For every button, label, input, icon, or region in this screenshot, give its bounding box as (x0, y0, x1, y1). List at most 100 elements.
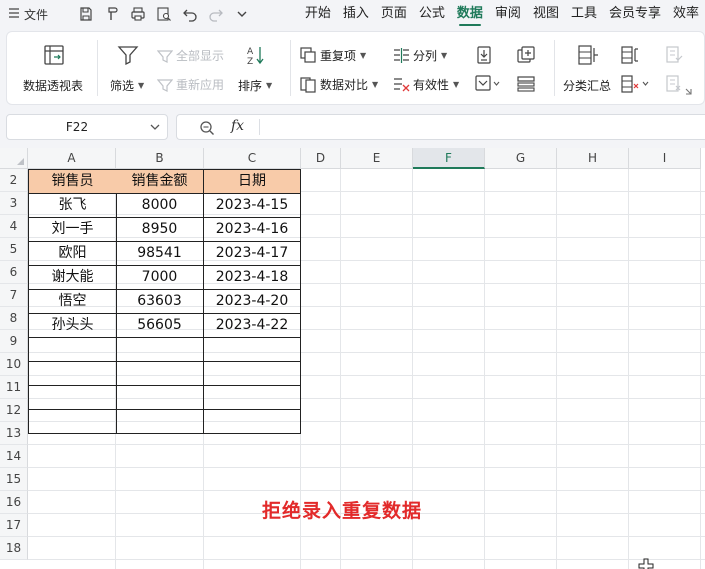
row-header-18[interactable]: 18 (0, 537, 28, 560)
column-header-c[interactable]: C (204, 148, 301, 169)
table-cell[interactable]: 2023-4-17 (204, 242, 301, 266)
table-cell[interactable] (204, 410, 301, 434)
tab-tools[interactable]: 工具 (565, 0, 603, 28)
file-menu[interactable]: 文件 (8, 5, 48, 23)
table-cell[interactable] (204, 362, 301, 386)
row-header-13[interactable]: 13 (0, 422, 28, 445)
subtotal-button[interactable]: 分类汇总 (563, 77, 611, 94)
format-painter-icon[interactable] (102, 4, 122, 24)
fill-data-icon[interactable] (475, 46, 493, 67)
table-header-cell[interactable]: 销售金额 (116, 169, 204, 194)
column-header-f[interactable]: F (413, 148, 485, 169)
save-icon[interactable] (76, 4, 96, 24)
table-cell[interactable] (28, 386, 117, 410)
table-cell[interactable]: 2023-4-20 (204, 290, 301, 314)
row-header-14[interactable]: 14 (0, 445, 28, 468)
table-cell[interactable]: 2023-4-15 (204, 194, 301, 218)
table-cell[interactable]: 孙头头 (28, 314, 117, 338)
group-icon[interactable] (621, 46, 639, 67)
tab-page[interactable]: 页面 (375, 0, 413, 28)
row-header-6[interactable]: 6 (0, 261, 28, 284)
table-cell[interactable]: 2023-4-22 (204, 314, 301, 338)
show-detail-icon[interactable] (665, 46, 683, 67)
insert-dropdown-icon[interactable] (475, 75, 501, 96)
table-cell[interactable]: 63603 (116, 290, 204, 314)
table-cell[interactable] (28, 362, 117, 386)
data-compare-button[interactable]: 数据对比 ▼ (300, 76, 378, 93)
row-header-11[interactable]: 11 (0, 376, 28, 399)
validity-button[interactable]: 有效性 ▼ (393, 76, 459, 93)
row-header-9[interactable]: 9 (0, 330, 28, 353)
duplicates-button[interactable]: 重复项 ▼ (300, 47, 366, 64)
row-header-12[interactable]: 12 (0, 399, 28, 422)
ungroup-icon[interactable] (621, 75, 651, 96)
table-cell[interactable]: 谢大能 (28, 266, 117, 290)
column-header-h[interactable]: H (557, 148, 629, 169)
row-header-17[interactable]: 17 (0, 514, 28, 537)
table-cell[interactable]: 8000 (116, 194, 204, 218)
pivot-table-icon[interactable] (43, 44, 65, 69)
column-header-d[interactable]: D (301, 148, 341, 169)
reapply-button[interactable]: 重新应用 (157, 76, 224, 93)
tab-efficiency[interactable]: 效率 (667, 0, 705, 28)
sort-icon[interactable]: AZ (245, 44, 267, 69)
print-preview-icon[interactable] (154, 4, 174, 24)
table-cell[interactable]: 7000 (116, 266, 204, 290)
fx-icon[interactable]: fx (231, 118, 244, 134)
row-header-5[interactable]: 5 (0, 238, 28, 261)
table-cell[interactable]: 欧阳 (28, 242, 117, 266)
table-cell[interactable]: 56605 (116, 314, 204, 338)
table-cell[interactable]: 悟空 (28, 290, 117, 314)
table-cell[interactable] (28, 410, 117, 434)
sort-button[interactable]: 排序 ▼ (238, 77, 272, 94)
name-box[interactable]: F22 (6, 114, 168, 140)
column-header-g[interactable]: G (485, 148, 557, 169)
row-header-2[interactable]: 2 (0, 169, 28, 192)
table-header-cell[interactable]: 日期 (204, 169, 301, 194)
table-header-cell[interactable]: 销售员 (28, 169, 117, 194)
column-header-e[interactable]: E (341, 148, 413, 169)
table-cell[interactable] (204, 338, 301, 362)
undo-icon[interactable] (180, 4, 200, 24)
chevron-down-icon[interactable] (149, 121, 161, 136)
chevron-down-icon[interactable] (232, 4, 252, 24)
tab-member[interactable]: 会员专享 (603, 0, 667, 28)
split-column-button[interactable]: 分列 ▼ (393, 47, 447, 64)
table-cell[interactable] (116, 410, 204, 434)
table-cell[interactable]: 刘一手 (28, 218, 117, 242)
print-icon[interactable] (128, 4, 148, 24)
tab-formula[interactable]: 公式 (413, 0, 451, 28)
filter-button[interactable]: 筛选 ▼ (110, 77, 144, 94)
pivot-table-button[interactable]: 数据透视表 (23, 77, 83, 94)
tab-home[interactable]: 开始 (299, 0, 337, 28)
table-cell[interactable]: 2023-4-16 (204, 218, 301, 242)
row-header-7[interactable]: 7 (0, 284, 28, 307)
column-header-a[interactable]: A (28, 148, 116, 169)
column-header-i[interactable]: I (629, 148, 701, 169)
table-cell[interactable]: 2023-4-18 (204, 266, 301, 290)
zoom-icon[interactable] (199, 120, 215, 139)
row-header-3[interactable]: 3 (0, 192, 28, 215)
tab-review[interactable]: 审阅 (489, 0, 527, 28)
show-all-button[interactable]: 全部显示 (157, 47, 224, 64)
tab-data[interactable]: 数据 (451, 0, 489, 28)
table-cell[interactable] (204, 386, 301, 410)
subtotal-icon[interactable] (577, 44, 599, 69)
table-cell[interactable] (116, 362, 204, 386)
tab-insert[interactable]: 插入 (337, 0, 375, 28)
formula-input[interactable]: fx (176, 114, 705, 140)
table-cell[interactable]: 张飞 (28, 194, 117, 218)
table-cell[interactable] (116, 386, 204, 410)
row-header-15[interactable]: 15 (0, 468, 28, 491)
tab-view[interactable]: 视图 (527, 0, 565, 28)
row-header-16[interactable]: 16 (0, 491, 28, 514)
row-header-10[interactable]: 10 (0, 353, 28, 376)
row-header-8[interactable]: 8 (0, 307, 28, 330)
redo-icon[interactable] (206, 4, 226, 24)
column-header-b[interactable]: B (116, 148, 204, 169)
table-cell[interactable] (116, 338, 204, 362)
consolidate-icon[interactable] (517, 46, 535, 67)
row-header-4[interactable]: 4 (0, 215, 28, 238)
filter-icon[interactable] (117, 44, 139, 69)
hide-detail-icon[interactable] (665, 75, 695, 100)
